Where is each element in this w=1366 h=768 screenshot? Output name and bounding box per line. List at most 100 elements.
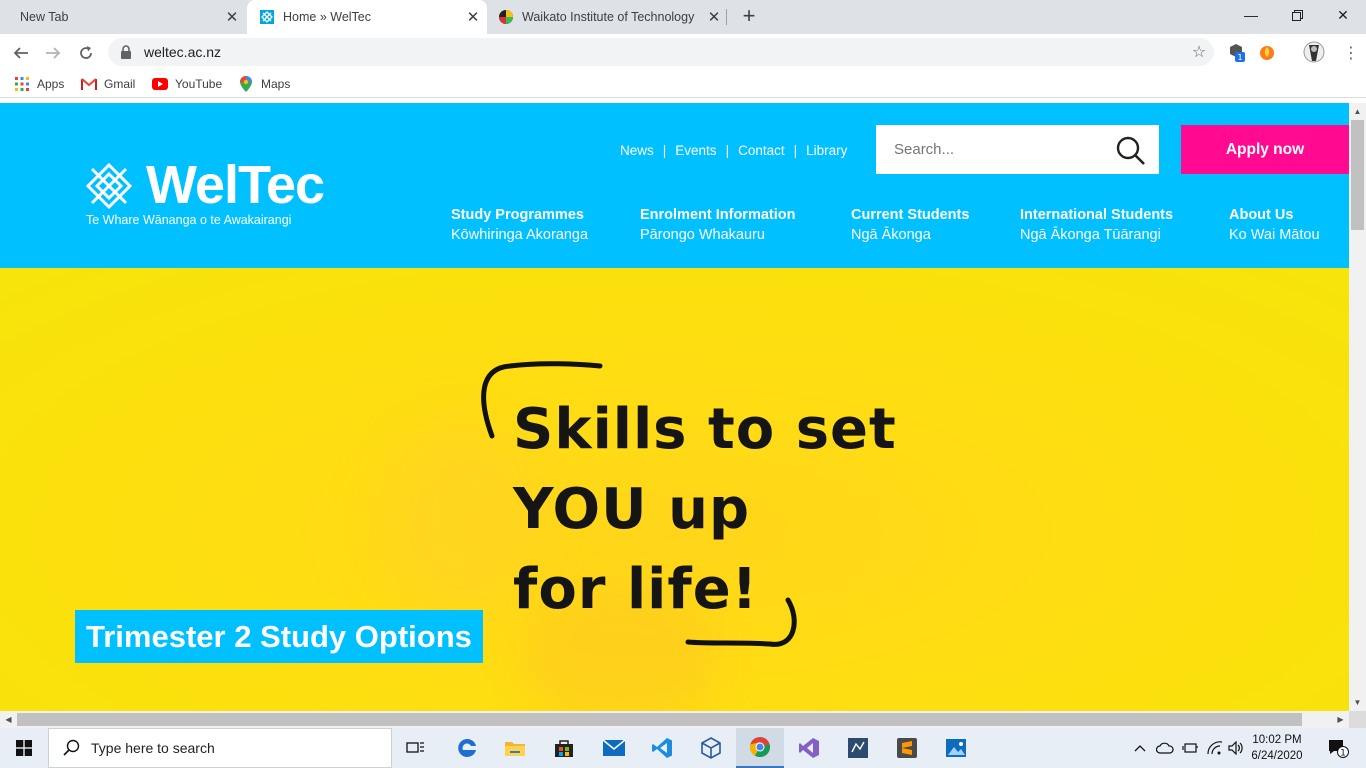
apply-now-button[interactable]: Apply now bbox=[1181, 125, 1349, 174]
browser-tabstrip: New Tab ✕ Home » WelTec ✕ Waikato Instit… bbox=[0, 0, 1366, 34]
nav-study-programmes[interactable]: Study Programmes Kōwhiringa Akoranga bbox=[451, 207, 588, 243]
vertical-scrollbar[interactable]: ▲ ▼ bbox=[1349, 103, 1366, 711]
tab-new-tab[interactable]: New Tab ✕ bbox=[0, 0, 246, 34]
action-center-icon[interactable]: 1 bbox=[1318, 728, 1358, 768]
forward-arrow-icon[interactable] bbox=[40, 40, 66, 66]
extension-badge: 1 bbox=[1237, 53, 1242, 62]
scroll-up-arrow-icon[interactable]: ▲ bbox=[1349, 103, 1366, 120]
mail-icon[interactable] bbox=[590, 728, 638, 768]
hero-banner[interactable]: Skills to set YOU up for life! Trimester… bbox=[0, 268, 1349, 711]
bookmark-youtube[interactable]: YouTube bbox=[152, 75, 222, 93]
vscode-icon[interactable] bbox=[638, 728, 686, 768]
tab-close-icon[interactable]: ✕ bbox=[700, 8, 728, 26]
nav-about-us[interactable]: About Us Ko Wai Mātou bbox=[1229, 207, 1320, 243]
logo-wordmark: WelTec bbox=[146, 155, 325, 215]
photos-icon[interactable] bbox=[932, 728, 980, 768]
address-bar[interactable]: weltec.ac.nz ☆ bbox=[108, 38, 1214, 66]
apps-grid-icon bbox=[14, 76, 30, 92]
search-icon[interactable] bbox=[1115, 135, 1147, 167]
maximize-icon[interactable] bbox=[1274, 0, 1320, 30]
hero-caption[interactable]: Trimester 2 Study Options bbox=[75, 610, 483, 663]
bookmark-label: YouTube bbox=[175, 77, 223, 91]
windows-start-icon[interactable] bbox=[0, 728, 48, 768]
bookmarks-bar: Apps Gmail YouTube Maps bbox=[0, 71, 1366, 98]
tab-close-icon[interactable]: ✕ bbox=[459, 8, 487, 26]
show-hidden-icons-icon[interactable] bbox=[1132, 728, 1148, 768]
util-link-library[interactable]: Library bbox=[806, 143, 847, 158]
taskbar-search[interactable]: Type here to search bbox=[48, 728, 392, 768]
nav-divider: | bbox=[793, 143, 798, 158]
3d-viewer-icon[interactable] bbox=[687, 728, 735, 768]
bookmark-gmail[interactable]: Gmail bbox=[81, 75, 135, 93]
task-view-icon[interactable] bbox=[392, 728, 440, 768]
search-input[interactable] bbox=[894, 141, 1104, 158]
search-icon bbox=[63, 739, 80, 756]
sql-tool-icon[interactable] bbox=[834, 728, 882, 768]
hero-line-1: Skills to set bbox=[513, 397, 897, 462]
bookmark-label: Gmail bbox=[104, 77, 136, 91]
fire-extension-icon[interactable] bbox=[1257, 42, 1277, 62]
nav-label-mi: Ngā Ākonga bbox=[851, 227, 931, 243]
site-search bbox=[876, 125, 1159, 174]
edge-icon[interactable] bbox=[443, 728, 491, 768]
volume-icon[interactable] bbox=[1226, 728, 1246, 768]
youtube-icon bbox=[152, 76, 168, 92]
util-link-events[interactable]: Events bbox=[675, 143, 716, 158]
back-arrow-icon[interactable] bbox=[8, 40, 34, 66]
bookmark-label: Maps bbox=[261, 77, 291, 91]
tab-waikato[interactable]: Waikato Institute of Technology ✕ bbox=[488, 0, 728, 34]
nav-label-mi: Ko Wai Mātou bbox=[1229, 227, 1320, 243]
minimize-icon[interactable]: — bbox=[1228, 0, 1274, 30]
nav-international-students[interactable]: International Students Ngā Ākonga Tūāran… bbox=[1020, 207, 1173, 243]
tab-separator bbox=[726, 9, 727, 25]
hero-line-2: YOU up bbox=[513, 477, 751, 542]
wifi-icon[interactable] bbox=[1206, 728, 1224, 768]
browser-toolbar: weltec.ac.nz ☆ 1 ⋮ bbox=[0, 34, 1366, 71]
file-explorer-icon[interactable] bbox=[491, 728, 539, 768]
onedrive-icon[interactable] bbox=[1154, 728, 1176, 768]
bookmark-star-icon[interactable]: ☆ bbox=[1184, 42, 1214, 62]
weltec-favicon-icon bbox=[259, 9, 275, 25]
power-plug-icon[interactable] bbox=[1180, 728, 1200, 768]
scrollbar-thumb[interactable] bbox=[17, 713, 1302, 726]
util-link-contact[interactable]: Contact bbox=[738, 143, 785, 158]
menu-dots-icon[interactable]: ⋮ bbox=[1338, 40, 1364, 66]
close-window-icon[interactable]: ✕ bbox=[1320, 0, 1366, 30]
page-viewport: WelTec Te Whare Wānanga o te Awakairangi… bbox=[0, 103, 1349, 711]
maps-icon bbox=[238, 76, 254, 92]
bookmark-maps[interactable]: Maps bbox=[238, 75, 290, 93]
new-tab-plus-icon[interactable]: + bbox=[737, 4, 761, 28]
nav-enrolment-information[interactable]: Enrolment Information Pārongo Whakauru bbox=[640, 207, 795, 243]
scrollbar-thumb[interactable] bbox=[1351, 120, 1364, 230]
nav-label-en: International Students bbox=[1020, 207, 1174, 223]
logo-tagline: Te Whare Wānanga o te Awakairangi bbox=[86, 213, 292, 227]
scroll-left-arrow-icon[interactable]: ◀ bbox=[0, 711, 17, 728]
weltec-logo[interactable]: WelTec Te Whare Wānanga o te Awakairangi bbox=[86, 157, 326, 231]
nav-label-en: About Us bbox=[1229, 207, 1294, 223]
nav-current-students[interactable]: Current Students Ngā Ākonga bbox=[851, 207, 969, 243]
visual-studio-icon[interactable] bbox=[785, 728, 833, 768]
store-icon[interactable] bbox=[540, 728, 588, 768]
tab-close-icon[interactable]: ✕ bbox=[218, 8, 246, 26]
url-text: weltec.ac.nz bbox=[144, 44, 222, 60]
horizontal-scrollbar[interactable]: ◀ ▶ bbox=[0, 711, 1349, 728]
weltec-logo-mark-icon bbox=[86, 163, 132, 209]
lock-icon bbox=[120, 45, 132, 59]
clock-time: 10:02 PM bbox=[1252, 734, 1302, 746]
sublime-icon[interactable] bbox=[883, 728, 931, 768]
extension-icon[interactable]: 1 bbox=[1226, 42, 1246, 62]
tab-weltec[interactable]: Home » WelTec ✕ bbox=[247, 0, 487, 34]
util-link-news[interactable]: News bbox=[620, 143, 654, 158]
scroll-right-arrow-icon[interactable]: ▶ bbox=[1332, 711, 1349, 728]
taskbar-search-placeholder: Type here to search bbox=[91, 740, 215, 756]
taskbar-clock[interactable]: 10:02 PM 6/24/2020 bbox=[1246, 732, 1308, 764]
chrome-icon[interactable] bbox=[736, 728, 784, 768]
bookmark-apps[interactable]: Apps bbox=[14, 75, 64, 93]
scroll-down-arrow-icon[interactable]: ▼ bbox=[1349, 694, 1366, 711]
profile-avatar[interactable] bbox=[1302, 40, 1326, 64]
bookmark-label: Apps bbox=[37, 77, 65, 91]
nav-label-en: Current Students bbox=[851, 207, 970, 223]
reload-icon[interactable] bbox=[73, 40, 99, 66]
scrollbar-corner bbox=[1349, 711, 1366, 728]
site-header: WelTec Te Whare Wānanga o te Awakairangi… bbox=[0, 103, 1349, 268]
